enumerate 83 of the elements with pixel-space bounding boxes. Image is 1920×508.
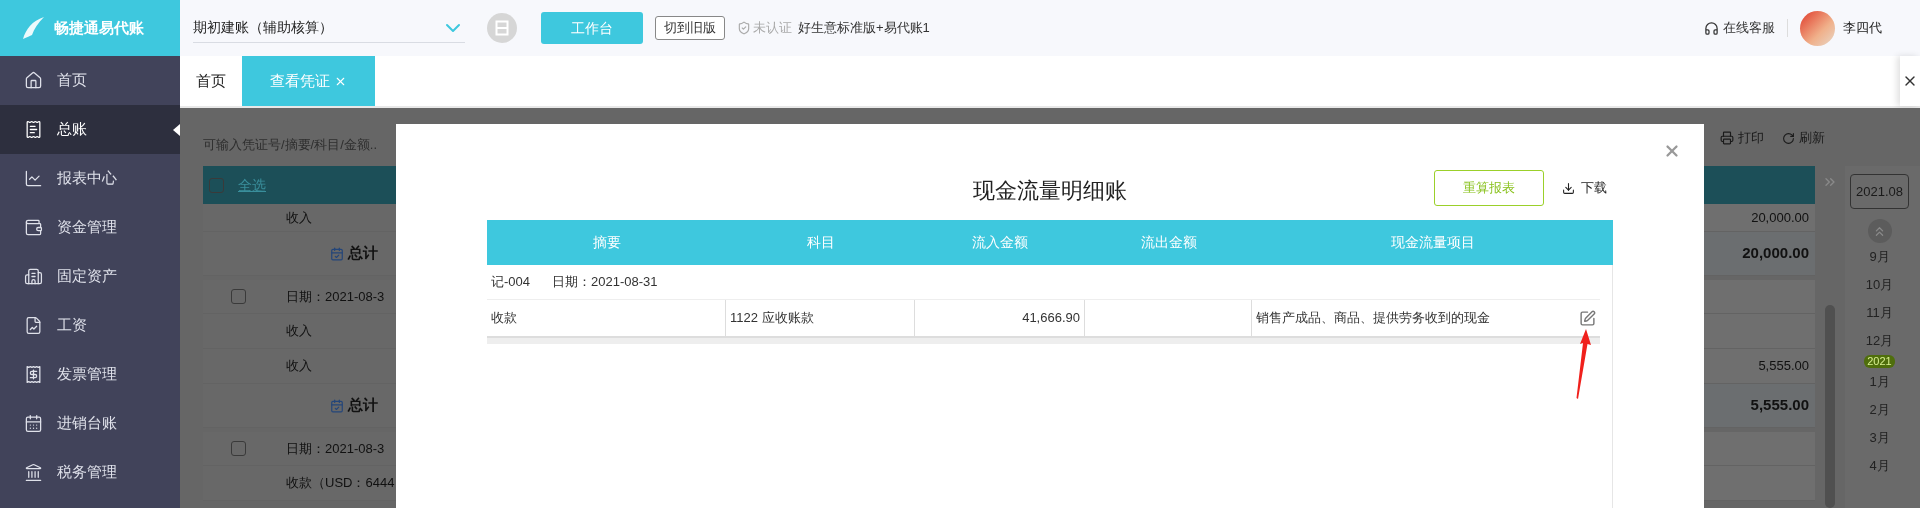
month-item[interactable]: 11月 [1866,299,1893,327]
amount: 5,555.00 [1758,357,1809,376]
total-amount: 5,555.00 [1750,395,1809,416]
feather-logo-icon [20,15,46,41]
chart-icon [24,169,43,188]
dialog-title: 现金流量明细账 [973,176,1127,205]
voucher-number: 记-004 [491,273,531,292]
logo-text: 畅捷通易代账 [54,17,144,38]
calendar-icon [330,246,344,261]
month-item[interactable]: 9月 [1869,243,1890,271]
total-label: 总计 [348,243,378,264]
month-item[interactable]: 10月 [1865,271,1894,299]
refresh-icon [1782,131,1795,145]
column-header: 流入金额 [971,233,1029,252]
home-icon [24,71,43,90]
period-label: 2021.08 [1850,174,1909,209]
recalculate-button[interactable]: 重算报表 [1434,170,1544,206]
tab[interactable]: 查看凭证 [242,56,375,106]
total-amount: 20,000.00 [1742,243,1809,264]
wallet-icon [24,218,43,237]
close-icon[interactable] [1663,142,1681,160]
sidebar-item[interactable]: 工资 [0,301,180,350]
print-button[interactable]: 打印 [1720,128,1764,148]
user-name: 李四代 [1843,19,1882,38]
calendar-icon [24,414,43,433]
sidebar-item[interactable]: 报表中心 [0,154,180,203]
table-cell: 41,666.90 [915,300,1085,336]
sidebar-item[interactable]: 进销台账 [0,399,180,448]
entry-text: 收入 [286,208,312,227]
column-header: 流出金额 [1139,233,1198,252]
shield-icon [737,21,751,35]
sidebar-item[interactable]: 发票管理 [0,350,180,399]
entry-text: 收入 [286,322,312,341]
month-item[interactable]: 12月 [1865,327,1894,355]
chart-document-icon [24,316,43,335]
old-version-button[interactable]: 切到旧版 [655,16,725,40]
headset-icon [1704,20,1719,36]
download-button[interactable]: 下载 [1562,178,1607,198]
edit-icon[interactable] [1579,309,1596,327]
month-item[interactable]: 4月 [1869,452,1890,480]
table-cell: 收款 [487,300,726,336]
table-cell-text: 销售产成品、商品、提供劳务收到的现金 [1256,309,1490,328]
chevron-down-icon [445,22,461,33]
refresh-button[interactable]: 刷新 [1782,128,1825,148]
account-select[interactable]: 期初建账（辅助核算） [193,13,465,43]
sidebar-item[interactable]: 税务管理 [0,448,180,497]
date-label: 日期：2021-08-3 [286,287,385,306]
horizontal-scrollbar[interactable] [487,338,1600,344]
month-item[interactable]: 1月 [1869,368,1890,396]
voucher-date: 日期：2021-08-31 [552,273,658,292]
year-badge: 2021 [1864,355,1895,368]
entry-text: 收入 [286,357,312,376]
support-link[interactable]: 在线客服 [1723,18,1775,38]
sidebar-item[interactable]: 总账 [0,105,180,154]
avatar[interactable] [1800,10,1835,46]
printer-icon [1720,131,1734,145]
sidebar-item[interactable]: 资金管理 [0,203,180,252]
scroll-up-button[interactable] [1867,219,1892,243]
checkbox[interactable] [231,289,246,304]
month-item[interactable]: 3月 [1869,424,1890,452]
workbench-button[interactable]: 工作台 [541,12,643,44]
building-icon [24,267,43,286]
total-label: 总计 [348,395,378,416]
certification-status: 未认证 [753,19,792,38]
entry-text: 收款（USD：6444 [286,474,395,493]
tab[interactable]: 首页 [180,56,242,106]
checkbox[interactable] [231,441,246,456]
select-all-label[interactable]: 全选 [238,174,266,196]
download-icon [1562,181,1575,195]
calendar-icon [330,398,344,413]
month-item[interactable]: 2月 [1869,396,1890,424]
column-header: 摘要 [591,233,622,252]
date-label: 日期：2021-08-3 [286,439,385,458]
column-header: 现金流量项目 [1389,233,1476,252]
sidebar-item[interactable]: 固定资产 [0,252,180,301]
checkbox[interactable] [209,177,224,193]
bank-icon [24,463,43,482]
column-header: 科目 [805,233,836,252]
sidebar-item[interactable]: 首页 [0,56,180,105]
amount: 20,000.00 [1751,208,1809,227]
table-cell: 1122 应收账款 [726,300,915,336]
edition-label: 好生意标准版+易代账1 [798,19,930,38]
receipt-icon [24,365,43,384]
